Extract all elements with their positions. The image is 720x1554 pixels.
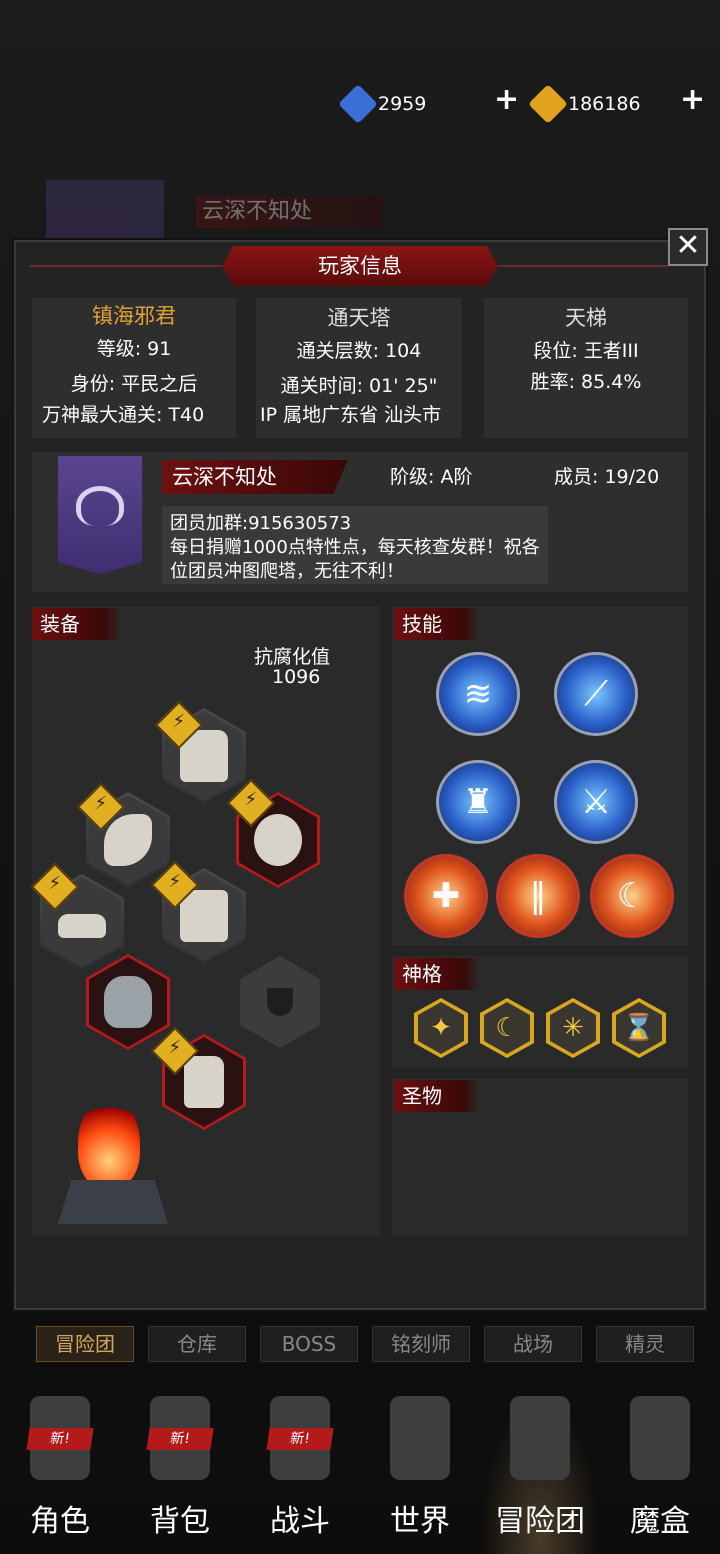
- nav-battle[interactable]: 新! 战斗: [240, 1396, 360, 1554]
- player-identity: 身份: 平民之后: [70, 373, 198, 395]
- sword-slash-skill-icon: ⟋: [584, 674, 608, 714]
- runestone-icon: [104, 976, 152, 1028]
- tower-stats-box: 通天塔 通关层数: 104 通关时间: 01' 25" IP 属地广东省 汕头市: [256, 298, 462, 438]
- nav-character[interactable]: 新! 角色: [0, 1396, 120, 1554]
- player-stats-box: 镇海邪君 等级: 91 身份: 平民之后 万神最大通关: T40: [32, 298, 236, 438]
- skill-slot[interactable]: ⟋: [554, 652, 638, 736]
- player-level: 等级: 91: [96, 338, 172, 360]
- nav-label: 背包: [150, 1504, 210, 1539]
- corrosion-label: 抗腐化值: [254, 646, 331, 668]
- ip-location: IP 属地广东省 汕头市: [260, 404, 442, 426]
- guild-name-bar: 云深不知处: [162, 460, 348, 494]
- nav-label: 角色: [30, 1504, 90, 1539]
- currency-gold: 186186: [528, 84, 641, 124]
- nav-magic-box[interactable]: 魔盒: [600, 1396, 720, 1554]
- blue-gem-icon: [338, 84, 378, 124]
- ladder-title: 天梯: [565, 306, 607, 330]
- boots-icon: [184, 1056, 224, 1108]
- guild-notice: 团员加群:915630573 每日捐赠1000点特性点，每天核查发群！祝各位团员…: [162, 506, 548, 584]
- modal-title-bar: 玩家信息: [222, 246, 498, 286]
- cube-icon: [630, 1396, 690, 1480]
- player-name: 镇海邪君: [92, 304, 176, 328]
- gold-gem-icon: [528, 84, 568, 124]
- tower-time: 通关时间: 01' 25": [280, 375, 438, 397]
- nav-label: 冒险团: [495, 1504, 585, 1539]
- ladder-rank: 段位: 王者III: [533, 340, 639, 362]
- nav-label: 战斗: [270, 1504, 330, 1539]
- relics-label: 圣物: [394, 1080, 480, 1112]
- nav-backpack[interactable]: 新! 背包: [120, 1396, 240, 1554]
- map-scroll-icon: [390, 1396, 450, 1480]
- pedestal: [58, 1180, 168, 1224]
- ladder-winrate: 胜率: 85.4%: [530, 371, 642, 393]
- divinity-label: 神格: [394, 958, 480, 990]
- close-button[interactable]: ✕: [668, 228, 708, 266]
- screen: 云深不知处 2959 + 186186 + 玩家信息 ✕ 镇海邪君 等级: 91…: [0, 0, 720, 1554]
- belt-icon: [58, 914, 106, 938]
- title-divider-left: [30, 265, 222, 267]
- ring-icon: [254, 814, 302, 866]
- equipment-label: 装备: [32, 608, 122, 640]
- skill-slot[interactable]: ✚: [404, 854, 488, 938]
- modal-title: 玩家信息: [318, 254, 402, 278]
- cross-skill-icon: ✚: [431, 876, 461, 916]
- skill-slot[interactable]: ⚔: [554, 760, 638, 844]
- skill-slot[interactable]: ≋: [436, 652, 520, 736]
- corrosion-value: 1096: [272, 666, 321, 688]
- subtab-adventure-group[interactable]: 冒险团: [36, 1326, 134, 1362]
- new-badge: 新!: [266, 1428, 334, 1450]
- figure-skill-icon: ♜: [462, 782, 494, 822]
- guild-members: 成员: 19/20: [554, 466, 660, 488]
- nav-world[interactable]: 世界: [360, 1396, 480, 1554]
- subtab-battlefield[interactable]: 战场: [484, 1326, 582, 1362]
- castle-icon: [510, 1396, 570, 1480]
- guild-emblem-icon: [58, 456, 142, 574]
- background-guild-name: 云深不知处: [196, 196, 382, 228]
- skills-label: 技能: [394, 608, 480, 640]
- moon-flame-skill-icon: ☾: [616, 876, 648, 916]
- new-badge: 新!: [146, 1428, 214, 1450]
- skill-slot[interactable]: ♜: [436, 760, 520, 844]
- currency-blue-value: 2959: [378, 93, 427, 115]
- ladder-stats-box: 天梯 段位: 王者III 胜率: 85.4%: [484, 298, 688, 438]
- nav-label: 魔盒: [630, 1504, 690, 1539]
- subtab-boss[interactable]: BOSS: [260, 1326, 358, 1362]
- guild-name: 云深不知处: [172, 465, 277, 489]
- currency-blue: 2959: [338, 84, 427, 124]
- skill-slot[interactable]: ‖: [496, 854, 580, 938]
- blade-skill-icon: ⚔: [580, 782, 612, 822]
- title-divider-right: [498, 265, 668, 267]
- fire-pillar-skill-icon: ‖: [529, 876, 547, 916]
- armor-icon: [180, 890, 228, 942]
- skill-slot[interactable]: ☾: [590, 854, 674, 938]
- subtab-spirit[interactable]: 精灵: [596, 1326, 694, 1362]
- flame-icon: [78, 1098, 140, 1188]
- currency-gold-value: 186186: [568, 93, 641, 115]
- shield-icon: [267, 988, 293, 1016]
- player-max-clear: 万神最大通关: T40: [42, 404, 205, 426]
- new-badge: 新!: [26, 1428, 94, 1450]
- nav-label: 世界: [390, 1504, 450, 1539]
- nav-adventure-group[interactable]: 冒险团: [480, 1396, 600, 1554]
- wave-skill-icon: ≋: [463, 674, 493, 714]
- tower-title: 通天塔: [327, 306, 391, 330]
- subtab-warehouse[interactable]: 仓库: [148, 1326, 246, 1362]
- subtab-engraver[interactable]: 铭刻师: [372, 1326, 470, 1362]
- tower-floors: 通关层数: 104: [296, 340, 422, 362]
- guild-tier: 阶级: A阶: [390, 466, 473, 488]
